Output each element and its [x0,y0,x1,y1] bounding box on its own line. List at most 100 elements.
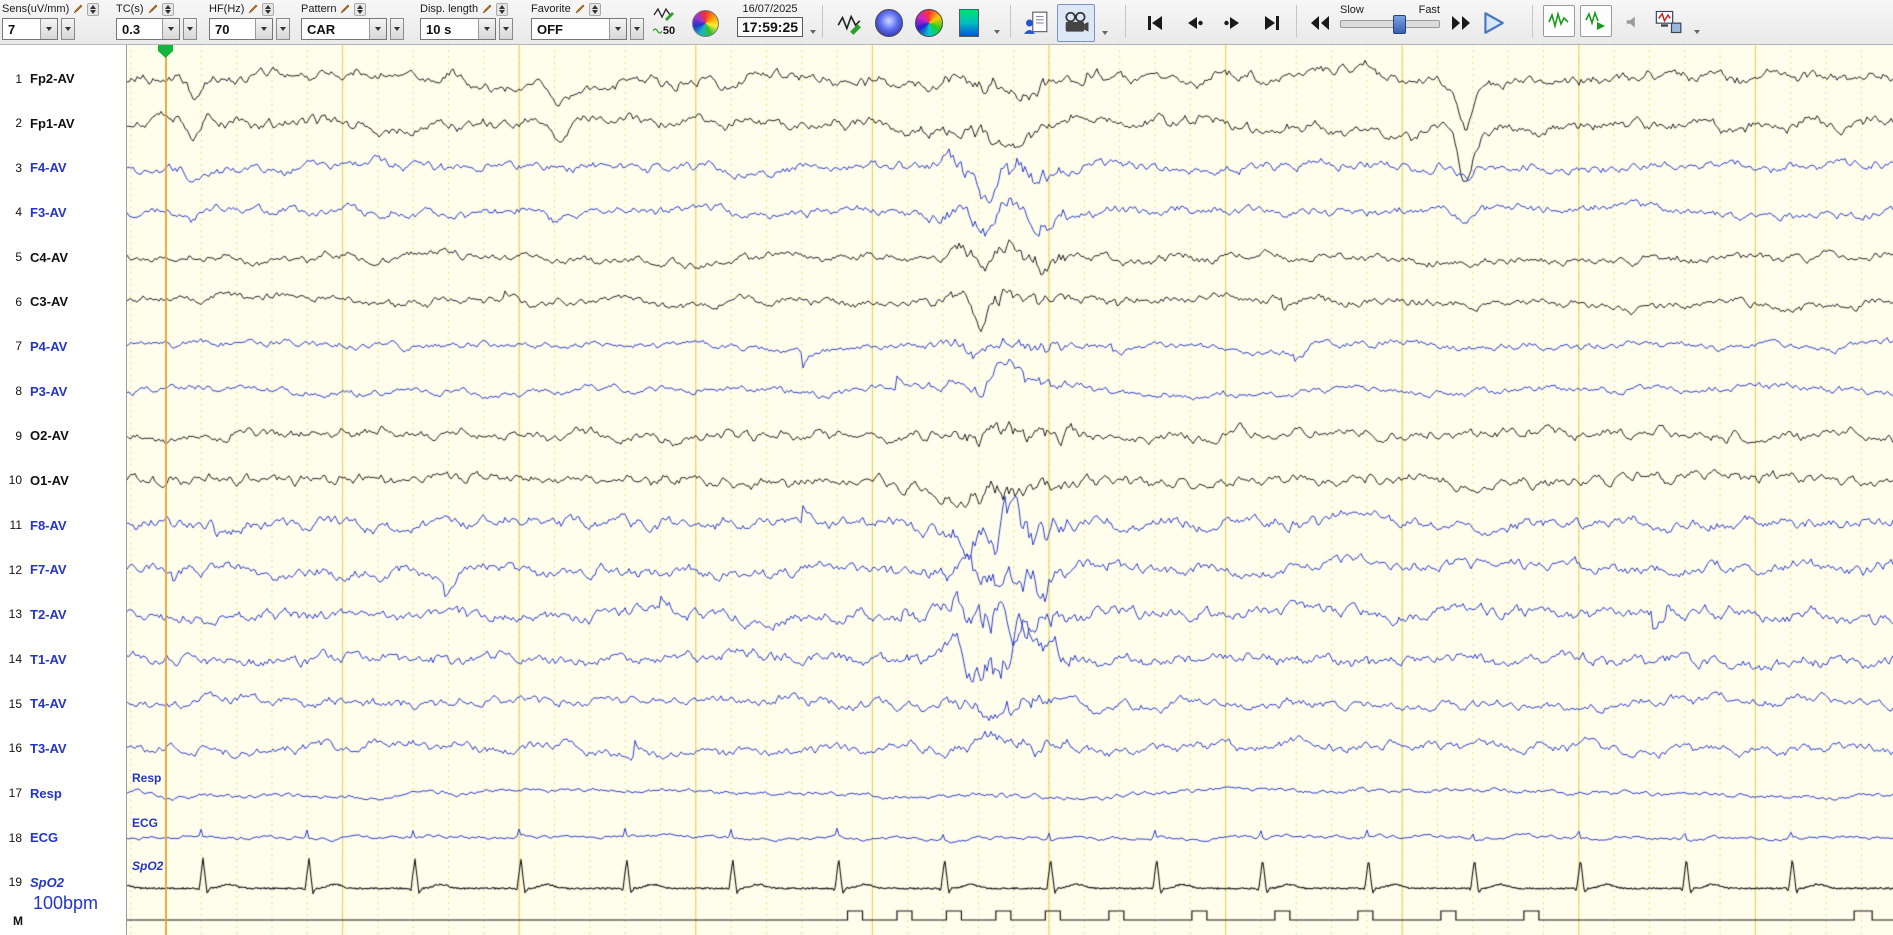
step-back-button[interactable] [1179,9,1209,37]
head-3d-button[interactable] [913,7,945,39]
channel-row[interactable]: 3 F4-AV [0,160,126,176]
dropdown-arrow-icon[interactable] [255,19,272,39]
edit-pen-icon[interactable] [148,4,158,14]
sens-stepper[interactable] [87,2,100,16]
channel-row[interactable]: 6 C3-AV [0,294,126,310]
favorite-stepper[interactable] [588,2,601,16]
channel-row[interactable]: 11 F8-AV [0,517,126,533]
disp-length-control-group: Disp. length 10 s [420,2,513,40]
pattern-select[interactable]: CAR [301,18,387,40]
channel-row[interactable]: 9 O2-AV [0,428,126,444]
channel-number: 12 [8,562,22,577]
video-button[interactable] [1057,4,1095,42]
trace-area[interactable]: Resp ECG SpO2 [127,44,1893,935]
channel-label: F7-AV [30,562,67,578]
channel-number: 17 [8,786,22,801]
video-camera-icon [1065,11,1089,32]
hf-aux-dropdown[interactable] [276,18,290,40]
tc-stepper[interactable] [161,2,174,16]
channel-row[interactable]: 15 T4-AV [0,696,126,712]
channel-row[interactable]: 2 Fp1-AV [0,115,126,131]
sens-select[interactable]: 7 [2,18,58,40]
audio-button[interactable] [1620,10,1646,34]
dropdown-arrow-icon[interactable] [369,19,386,39]
channel-row[interactable]: 1 Fp2-AV [0,71,126,87]
colorbar-button[interactable] [953,7,985,39]
trend-wave-button[interactable] [833,7,865,39]
topomap-button[interactable] [873,7,905,39]
channel-row[interactable]: 4 F3-AV [0,204,126,220]
online-play-button[interactable] [1580,5,1612,37]
hf-select[interactable]: 70 [209,18,273,40]
step-forward-button[interactable] [1218,9,1248,37]
channel-label: P3-AV [30,383,68,399]
dropdown-arrow-icon[interactable] [609,19,626,39]
channel-label: O2-AV [30,428,69,444]
edit-pen-icon[interactable] [340,4,350,14]
jump-end-button[interactable] [1257,9,1287,37]
favorite-aux-dropdown[interactable] [630,18,644,40]
channel-row[interactable]: 19 SpO2 [0,874,126,890]
online-trace-button[interactable] [1543,5,1575,37]
channel-row[interactable]: 7 P4-AV [0,338,126,354]
rewind-button[interactable] [1305,10,1335,36]
patient-info-button[interactable] [1019,6,1053,40]
edit-pen-icon[interactable] [575,4,585,14]
dropdown-arrow-icon[interactable] [478,19,495,39]
speed-thumb[interactable] [1393,15,1406,34]
notch-filter-button[interactable]: 50 [651,21,677,41]
channel-row[interactable]: 10 O1-AV [0,472,126,488]
speed-slider[interactable]: Slow Fast [1340,4,1440,34]
channel-number: 5 [15,250,22,265]
spo2-trace-label: SpO2 [132,859,164,873]
disp-length-select[interactable]: 10 s [420,18,496,40]
maps-more-button[interactable] [990,27,1004,37]
channel-row[interactable]: 17 Resp [0,785,126,801]
channel-row[interactable]: 13 T2-AV [0,606,126,622]
sens-aux-dropdown[interactable] [61,18,75,40]
channel-row[interactable]: 18 ECG [0,830,126,846]
hf-stepper[interactable] [262,2,275,16]
toolbar-separator [822,5,823,38]
edit-pen-icon[interactable] [73,4,83,14]
tc-select[interactable]: 0.3 [116,18,180,40]
favorite-select[interactable]: OFF [531,18,627,40]
pattern-aux-dropdown[interactable] [390,18,404,40]
resp-trace-label: Resp [132,771,162,785]
edit-pen-icon[interactable] [248,4,258,14]
channel-label: SpO2 [30,874,64,890]
bottom-marker: M [13,914,23,928]
channel-row[interactable]: 8 P3-AV [0,383,126,399]
netlink-button[interactable] [1650,5,1686,39]
toolbar: Sens(uV/mm) 7 TC(s) 0.3 HF(Hz) 70 Patter… [0,0,1893,45]
eeg-trace-canvas[interactable] [127,44,1893,935]
fast-forward-button[interactable] [1446,10,1476,36]
tc-aux-dropdown[interactable] [183,18,197,40]
toolbar-separator [1125,5,1126,38]
channel-row[interactable]: 14 T1-AV [0,651,126,667]
channel-number: 11 [9,518,22,533]
heart-rate-value: 100bpm [33,893,99,913]
dropdown-arrow-icon[interactable] [40,19,57,39]
channel-label: C4-AV [30,249,69,265]
channel-row[interactable]: 5 C4-AV [0,249,126,265]
jump-start-button[interactable] [1140,9,1170,37]
dropdown-arrow-icon[interactable] [162,19,179,39]
channel-row[interactable]: 12 F7-AV [0,562,126,578]
edit-pen-icon[interactable] [482,4,492,14]
play-button[interactable] [1476,7,1510,39]
hf-label: HF(Hz) [209,3,245,15]
video-more-button[interactable] [1098,28,1112,38]
annotate-wave-button[interactable] [651,3,677,23]
disp-length-stepper[interactable] [496,2,509,16]
disp-length-aux-dropdown[interactable] [499,18,513,40]
channel-label: Fp1-AV [30,115,75,131]
globe-icon [691,9,719,37]
channel-row[interactable]: 16 T3-AV [0,740,126,756]
fast-forward-icon [1452,16,1470,30]
speed-track[interactable] [1340,15,1440,34]
datetime-more-button[interactable] [806,27,820,37]
montage-globe-button[interactable] [690,8,720,38]
netlink-more-button[interactable] [1690,27,1704,37]
pattern-stepper[interactable] [354,2,367,16]
